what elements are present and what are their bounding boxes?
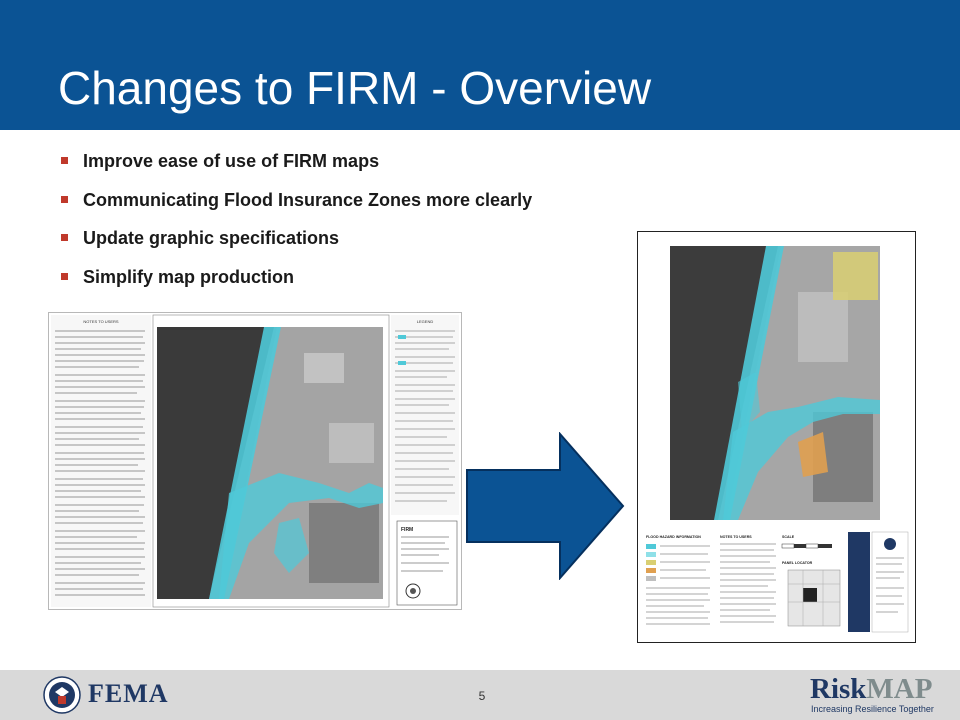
scale-heading: SCALE	[782, 535, 795, 539]
bullet-list: Improve ease of use of FIRM maps Communi…	[60, 148, 532, 302]
bullet-item: Improve ease of use of FIRM maps	[60, 148, 532, 187]
square-bullet-icon	[61, 234, 68, 241]
old-firm-map-image: NOTES TO USERS LEGEND FIRM	[48, 312, 462, 610]
new-firm-map-image: FLOOD HAZARD INFORMATION NOTES TO USERS	[637, 231, 916, 643]
old-firm-map-drawing: NOTES TO USERS LEGEND FIRM	[51, 314, 459, 608]
old-notes-heading: NOTES TO USERS	[83, 319, 119, 324]
slide-title: Changes to FIRM - Overview	[58, 62, 652, 114]
flood-hazard-heading: FLOOD HAZARD INFORMATION	[646, 535, 701, 539]
fema-logo-text: FEMA	[88, 679, 169, 708]
right-arrow-icon	[466, 432, 625, 580]
bullet-item: Update graphic specifications	[60, 225, 532, 264]
old-title-block-label: FIRM	[401, 527, 413, 533]
bullet-text: Update graphic specifications	[83, 228, 340, 248]
square-bullet-icon	[61, 272, 68, 280]
dhs-seal-logo-icon	[43, 676, 81, 714]
bullet-text: Improve ease of use of FIRM maps	[83, 151, 380, 171]
square-bullet-icon	[61, 195, 68, 203]
new-notes-heading: NOTES TO USERS	[720, 535, 752, 539]
new-firm-map-drawing: FLOOD HAZARD INFORMATION NOTES TO USERS	[643, 240, 909, 638]
panel-locator-heading: PANEL LOCATOR	[782, 561, 813, 565]
bullet-item: Communicating Flood Insurance Zones more…	[60, 187, 532, 226]
old-legend-heading: LEGEND	[417, 319, 434, 324]
riskmap-logo-risk: Risk	[810, 673, 867, 705]
bullet-text: Communicating Flood Insurance Zones more…	[83, 189, 533, 210]
title-bar: Changes to FIRM - Overview	[0, 0, 960, 130]
bullet-item: Simplify map production	[60, 264, 532, 303]
riskmap-tagline: Increasing Resilience Together	[811, 704, 934, 714]
riskmap-logo-map: MAP	[866, 673, 933, 705]
riskmap-logo: RiskMAP	[810, 674, 932, 704]
bullet-text: Simplify map production	[83, 266, 295, 287]
page-number: 5	[478, 689, 486, 703]
square-bullet-icon	[61, 157, 68, 164]
